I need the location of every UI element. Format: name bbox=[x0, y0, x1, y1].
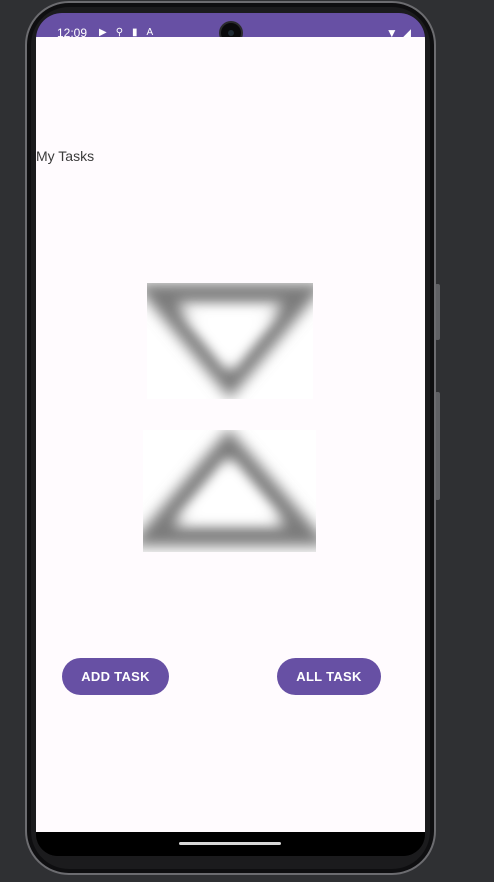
all-task-button[interactable]: ALL TASK bbox=[277, 658, 381, 695]
chevron-up-image bbox=[143, 430, 316, 552]
home-gesture-handle[interactable] bbox=[179, 842, 281, 845]
app-content: My Tasks ADD TASK ALL TASK bbox=[36, 37, 425, 832]
add-task-button[interactable]: ADD TASK bbox=[62, 658, 169, 695]
navigation-bar bbox=[36, 832, 425, 856]
phone-screen: 12:09 ▶ ⚲ ▮ A ▼ ◢ My Tasks ADD TASK ALL … bbox=[36, 13, 425, 856]
page-title: My Tasks bbox=[36, 148, 95, 164]
chevron-down-image bbox=[147, 283, 313, 399]
